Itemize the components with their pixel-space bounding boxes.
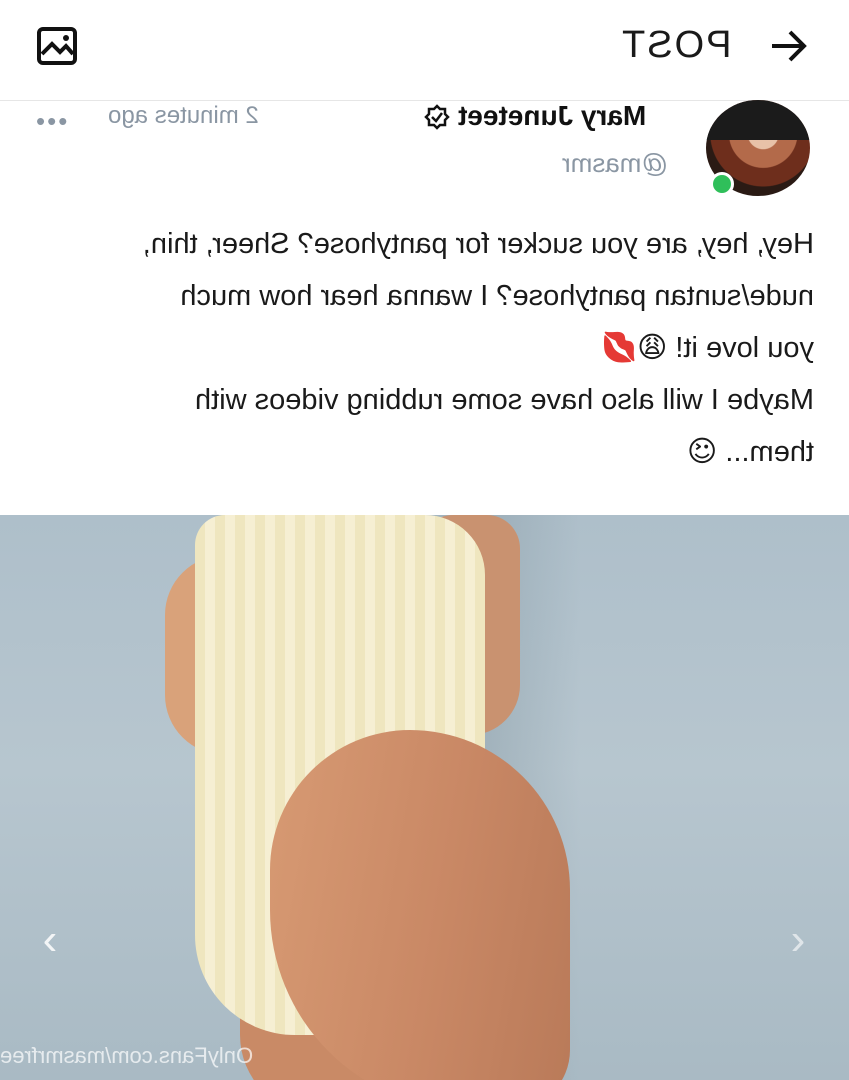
media-prev-button[interactable]: ‹ <box>30 915 70 965</box>
post-text-line: Maybe I will also have some rubbing vide… <box>195 384 814 416</box>
online-status-dot <box>710 172 734 196</box>
page-title: POST <box>620 24 732 66</box>
post-time: 2 minutes ago <box>108 102 259 129</box>
photo-leg <box>270 730 570 1080</box>
post-text-line: nude/suntan pantyhose? I wanna hear how … <box>180 280 814 312</box>
author-name[interactable]: Mary Juneteet <box>458 100 646 132</box>
media-next-button[interactable]: › <box>778 915 818 965</box>
author-handle[interactable]: @masmr <box>562 148 668 179</box>
verified-badge-icon <box>424 104 450 130</box>
image-icon[interactable] <box>36 26 78 66</box>
post-text-line: Hey, hey, are you sucker for pantyhose? … <box>142 228 814 260</box>
post-text: Hey, hey, are you sucker for pantyhose? … <box>40 218 814 478</box>
post-text-line: you love it! 😩💋 <box>600 332 814 364</box>
more-options-icon[interactable]: ••• <box>36 106 69 137</box>
post-media[interactable]: ‹ › OnlyFans.com/masmrfree <box>0 515 849 1080</box>
avatar-hair <box>706 100 810 140</box>
top-bar: POST <box>0 0 849 101</box>
arrow-right-icon[interactable] <box>768 26 810 66</box>
watermark: OnlyFans.com/masmrfree <box>0 1043 254 1068</box>
post-text-line: them... 😉 <box>687 436 814 468</box>
